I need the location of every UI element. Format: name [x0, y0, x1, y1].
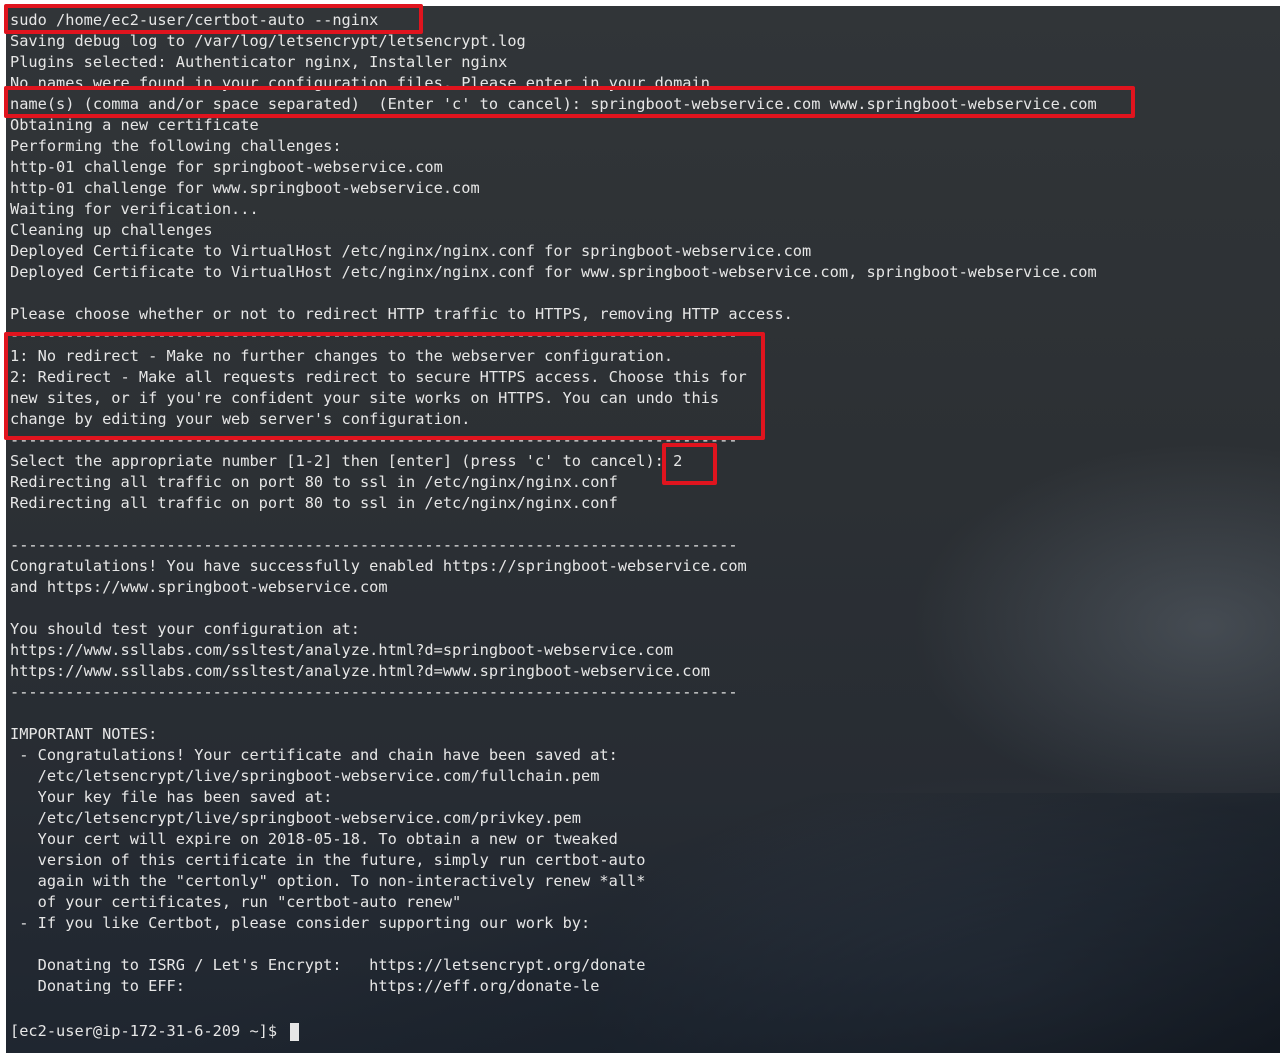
terminal-line: Performing the following challenges: [10, 137, 342, 155]
terminal-line: Waiting for verification... [10, 200, 259, 218]
terminal-line: Select the appropriate number [1-2] then… [10, 452, 683, 470]
terminal-output: sudo /home/ec2-user/certbot-auto --nginx… [10, 10, 1097, 1042]
terminal-line: and https://www.springboot-webservice.co… [10, 578, 388, 596]
terminal-line: - If you like Certbot, please consider s… [10, 914, 591, 932]
shell-prompt[interactable]: [ec2-user@ip-172-31-6-209 ~]$ [10, 1021, 1097, 1042]
terminal-line: version of this certificate in the futur… [10, 851, 646, 869]
terminal-line: 2: Redirect - Make all requests redirect… [10, 368, 747, 386]
terminal-line: /etc/letsencrypt/live/springboot-webserv… [10, 767, 600, 785]
terminal-line: Plugins selected: Authenticator nginx, I… [10, 53, 508, 71]
terminal-line: new sites, or if you're confident your s… [10, 389, 720, 407]
terminal-line: 1: No redirect - Make no further changes… [10, 347, 674, 365]
terminal-line: http-01 challenge for springboot-webserv… [10, 158, 443, 176]
terminal-line: ----------------------------------------… [10, 326, 738, 344]
terminal-line: Congratulations! You have successfully e… [10, 557, 747, 575]
terminal-line: change by editing your web server's conf… [10, 410, 471, 428]
terminal-line: Redirecting all traffic on port 80 to ss… [10, 494, 618, 512]
prompt-text: [ec2-user@ip-172-31-6-209 ~]$ [10, 1022, 287, 1040]
terminal-line: http-01 challenge for www.springboot-web… [10, 179, 480, 197]
terminal-line: ----------------------------------------… [10, 536, 738, 554]
text-cursor [290, 1022, 300, 1041]
terminal-line: Obtaining a new certificate [10, 116, 259, 134]
terminal-line: https://www.ssllabs.com/ssltest/analyze.… [10, 641, 674, 659]
terminal-line: name(s) (comma and/or space separated) (… [10, 95, 1097, 113]
terminal-line: IMPORTANT NOTES: [10, 725, 158, 743]
terminal-line: sudo /home/ec2-user/certbot-auto --nginx [10, 11, 379, 29]
terminal-line: /etc/letsencrypt/live/springboot-webserv… [10, 809, 581, 827]
terminal-line: - Congratulations! Your certificate and … [10, 746, 618, 764]
terminal-line: Redirecting all traffic on port 80 to ss… [10, 473, 618, 491]
terminal-line: Deployed Certificate to VirtualHost /etc… [10, 242, 812, 260]
terminal-line: again with the "certonly" option. To non… [10, 872, 646, 890]
terminal-line: Your cert will expire on 2018-05-18. To … [10, 830, 618, 848]
terminal-window[interactable]: sudo /home/ec2-user/certbot-auto --nginx… [6, 6, 1280, 1053]
terminal-line: Donating to ISRG / Let's Encrypt: https:… [10, 956, 646, 974]
terminal-line: https://www.ssllabs.com/ssltest/analyze.… [10, 662, 710, 680]
terminal-line: Cleaning up challenges [10, 221, 213, 239]
terminal-line: You should test your configuration at: [10, 620, 360, 638]
terminal-line: No names were found in your configuratio… [10, 74, 710, 92]
terminal-line: of your certificates, run "certbot-auto … [10, 893, 462, 911]
terminal-line: Your key file has been saved at: [10, 788, 333, 806]
terminal-line: Deployed Certificate to VirtualHost /etc… [10, 263, 1097, 281]
terminal-line: ----------------------------------------… [10, 683, 738, 701]
terminal-line: Saving debug log to /var/log/letsencrypt… [10, 32, 526, 50]
terminal-line: ----------------------------------------… [10, 431, 738, 449]
terminal-line: Donating to EFF: https://eff.org/donate-… [10, 977, 600, 995]
terminal-line: Please choose whether or not to redirect… [10, 305, 793, 323]
